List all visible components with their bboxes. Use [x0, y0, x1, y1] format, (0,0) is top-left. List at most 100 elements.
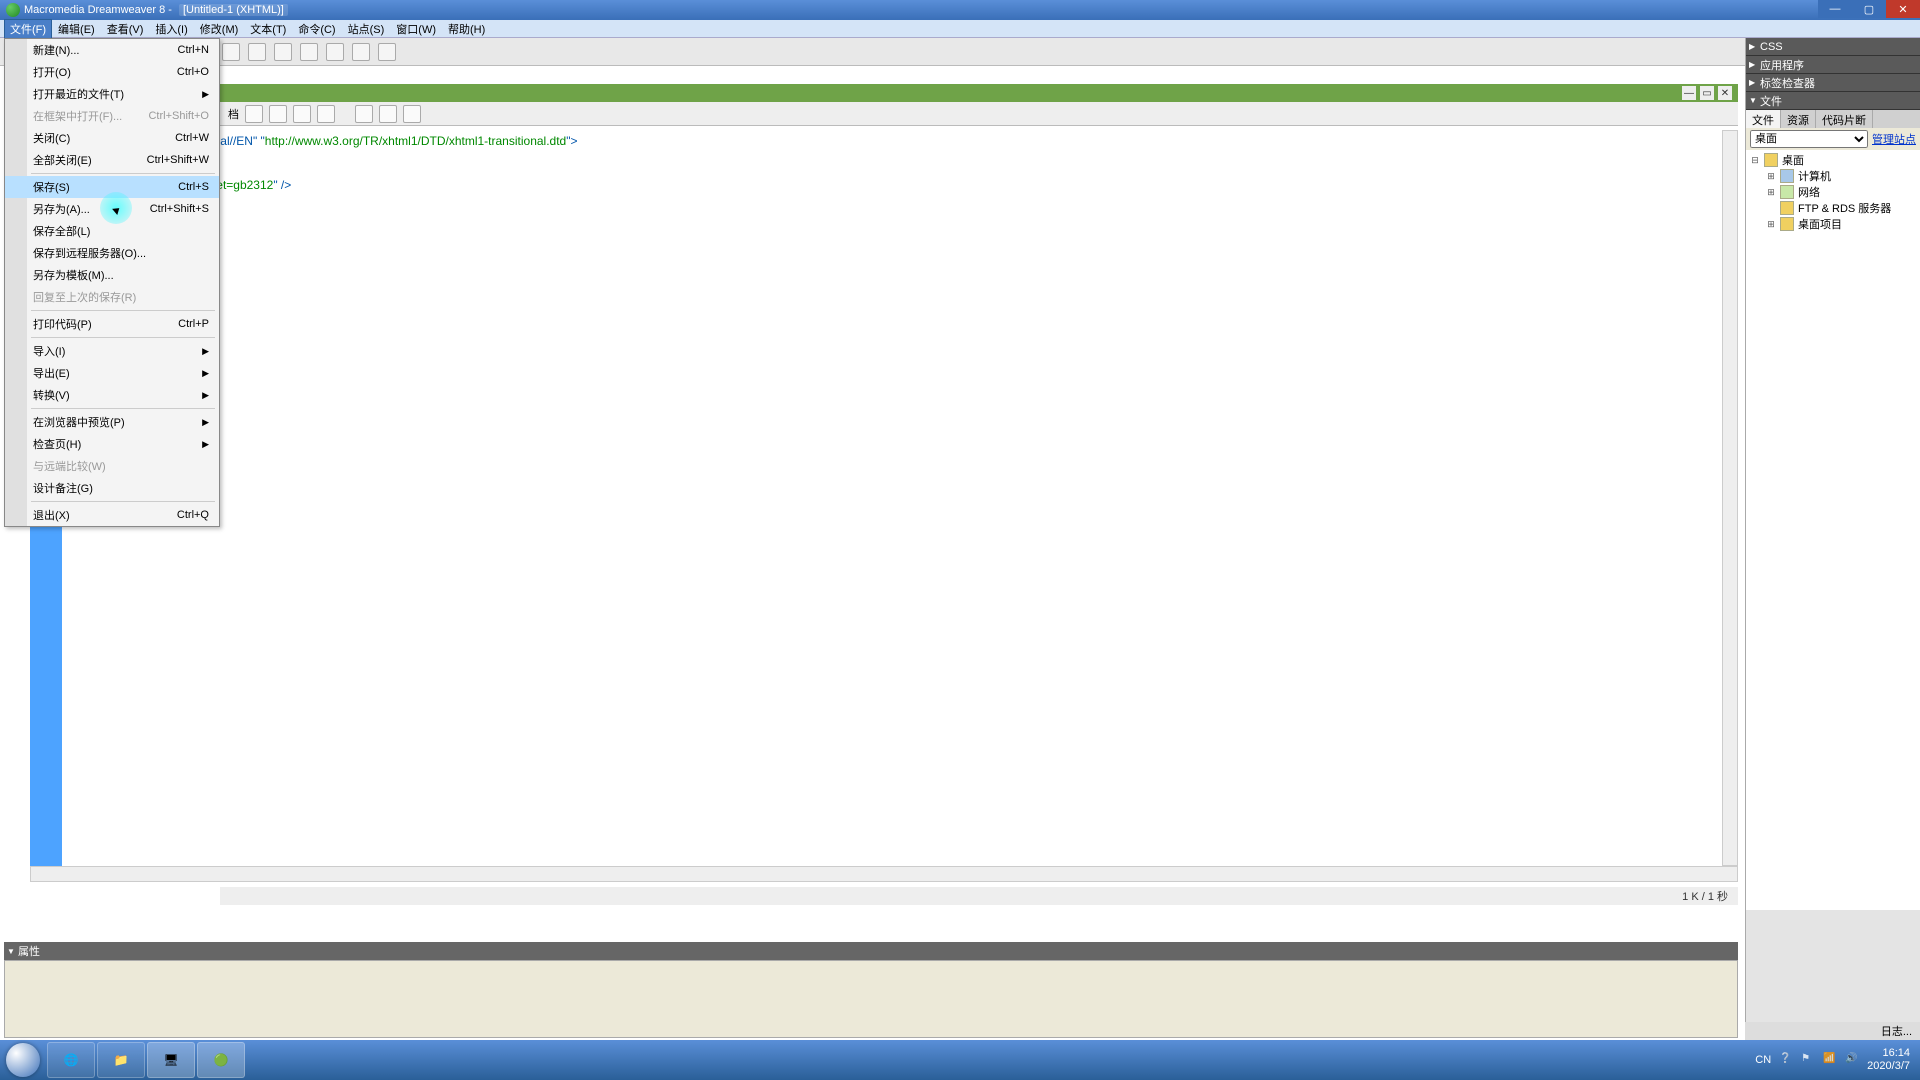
menu-item: 在框架中打开(F)...Ctrl+Shift+O: [5, 105, 219, 127]
windows-orb-icon: [6, 1043, 40, 1077]
app-icon: [6, 3, 20, 17]
code-toolbar-icon[interactable]: [269, 105, 287, 123]
menu-item-label: 另存为模板(M)...: [33, 267, 114, 283]
tag-panel-header[interactable]: 标签检查器: [1746, 74, 1920, 92]
properties-panel: [4, 960, 1738, 1038]
tree-expand-icon[interactable]: ⊞: [1766, 171, 1776, 182]
menu-item[interactable]: 关闭(C)Ctrl+W: [5, 127, 219, 149]
taskbar-app-button[interactable]: 🖥: [147, 1042, 195, 1078]
menu-help[interactable]: 帮助(H): [442, 19, 491, 39]
toolbar-icon[interactable]: [300, 43, 318, 61]
toolbar-icon[interactable]: [352, 43, 370, 61]
vertical-scrollbar[interactable]: [1722, 130, 1738, 866]
manage-sites-link[interactable]: 管理站点: [1872, 131, 1916, 147]
menu-item[interactable]: 转换(V)▶: [5, 384, 219, 406]
taskbar-clock[interactable]: 16:14 2020/3/7: [1867, 1047, 1910, 1073]
volume-icon[interactable]: 🔊: [1845, 1053, 1859, 1067]
code-toolbar-icon[interactable]: [245, 105, 263, 123]
menu-file[interactable]: 文件(F): [4, 19, 52, 39]
menu-item: 与远端比较(W): [5, 455, 219, 477]
code-toolbar-icon[interactable]: [403, 105, 421, 123]
start-button[interactable]: [0, 1040, 46, 1080]
window-close-button[interactable]: ✕: [1886, 0, 1920, 18]
log-footer[interactable]: 日志...: [1745, 1022, 1920, 1040]
menu-item[interactable]: 全部关闭(E)Ctrl+Shift+W: [5, 149, 219, 171]
menu-item[interactable]: 新建(N)...Ctrl+N: [5, 39, 219, 61]
submenu-arrow-icon: ▶: [202, 439, 209, 450]
files-panel-tabs: 文件 资源 代码片断: [1746, 110, 1920, 128]
menu-item[interactable]: 保存全部(L): [5, 220, 219, 242]
tree-node[interactable]: ⊟桌面: [1750, 152, 1916, 168]
toolbar-icon[interactable]: [378, 43, 396, 61]
menu-insert[interactable]: 插入(I): [149, 19, 193, 39]
toolbar-icon[interactable]: [248, 43, 266, 61]
horizontal-scrollbar[interactable]: [30, 866, 1738, 882]
css-panel-header[interactable]: CSS: [1746, 38, 1920, 56]
toolbar-icon[interactable]: [222, 43, 240, 61]
menu-item-label: 与远端比较(W): [33, 458, 106, 474]
tab-snippets[interactable]: 代码片断: [1816, 110, 1873, 128]
menu-item-label: 在框架中打开(F)...: [33, 108, 122, 124]
window-maximize-button[interactable]: ▢: [1852, 0, 1886, 18]
menu-item[interactable]: 检查页(H)▶: [5, 433, 219, 455]
menu-item[interactable]: 打印代码(P)Ctrl+P: [5, 313, 219, 335]
window-minimize-button[interactable]: —: [1818, 0, 1852, 18]
menu-commands[interactable]: 命令(C): [292, 19, 341, 39]
tray-icon[interactable]: ❔: [1779, 1053, 1793, 1067]
menu-item[interactable]: 在浏览器中预览(P)▶: [5, 411, 219, 433]
tree-node[interactable]: FTP & RDS 服务器: [1750, 200, 1916, 216]
files-panel-header[interactable]: 文件: [1746, 92, 1920, 110]
code-editor[interactable]: //DTD XHTML 1.0 Transitional//EN" "http:…: [62, 130, 1738, 880]
ime-indicator[interactable]: CN: [1755, 1054, 1771, 1066]
clock-time: 16:14: [1867, 1047, 1910, 1060]
files-tree[interactable]: ⊟桌面⊞计算机⊞网络FTP & RDS 服务器 ⊞ 桌面项目: [1746, 150, 1920, 910]
panel-title: CSS: [1760, 41, 1783, 53]
status-text: 1 K / 1 秒: [1682, 888, 1728, 904]
menu-modify[interactable]: 修改(M): [194, 19, 245, 39]
menu-item[interactable]: 打开最近的文件(T)▶: [5, 83, 219, 105]
tree-expand-icon[interactable]: ⊞: [1766, 219, 1776, 230]
taskbar-dreamweaver-button[interactable]: 🟢: [197, 1042, 245, 1078]
site-select[interactable]: 桌面: [1750, 130, 1868, 148]
network-icon[interactable]: 📶: [1823, 1053, 1837, 1067]
menu-item[interactable]: 保存到远程服务器(O)...: [5, 242, 219, 264]
doc-restore-button[interactable]: ▭: [1700, 86, 1714, 100]
taskbar-ie-button[interactable]: 🌐: [47, 1042, 95, 1078]
doc-close-button[interactable]: ✕: [1718, 86, 1732, 100]
code-toolbar-icon[interactable]: [293, 105, 311, 123]
toolbar-icon[interactable]: [326, 43, 344, 61]
app-panel-header[interactable]: 应用程序: [1746, 56, 1920, 74]
menu-site[interactable]: 站点(S): [342, 19, 391, 39]
menu-item[interactable]: 另存为(A)...Ctrl+Shift+S: [5, 198, 219, 220]
app-title: Macromedia Dreamweaver 8: [24, 4, 165, 16]
tree-node[interactable]: ⊞计算机: [1750, 168, 1916, 184]
menu-item[interactable]: 保存(S)Ctrl+S: [5, 176, 219, 198]
toolbar-icon[interactable]: [274, 43, 292, 61]
properties-panel-header[interactable]: 属性: [4, 942, 1738, 960]
tree-node[interactable]: ⊞ 桌面项目: [1750, 216, 1916, 232]
menu-item[interactable]: 打开(O)Ctrl+O: [5, 61, 219, 83]
menu-view[interactable]: 查看(V): [101, 19, 150, 39]
doc-minimize-button[interactable]: —: [1682, 86, 1696, 100]
tree-node-label: 桌面项目: [1798, 216, 1842, 232]
menu-item[interactable]: 导出(E)▶: [5, 362, 219, 384]
code-toolbar-icon[interactable]: [355, 105, 373, 123]
code-toolbar-icon[interactable]: [379, 105, 397, 123]
menu-item-label: 回复至上次的保存(R): [33, 289, 136, 305]
file-menu-dropdown: 新建(N)...Ctrl+N打开(O)Ctrl+O打开最近的文件(T)▶在框架中…: [4, 38, 220, 527]
tree-node[interactable]: ⊞网络: [1750, 184, 1916, 200]
menu-edit[interactable]: 编辑(E): [52, 19, 101, 39]
tab-assets[interactable]: 资源: [1781, 110, 1816, 128]
menu-item[interactable]: 设计备注(G): [5, 477, 219, 499]
menu-item[interactable]: 另存为模板(M)...: [5, 264, 219, 286]
menu-window[interactable]: 窗口(W): [390, 19, 442, 39]
tree-expand-icon[interactable]: ⊟: [1750, 155, 1760, 166]
flag-icon[interactable]: ⚑: [1801, 1053, 1815, 1067]
tab-files[interactable]: 文件: [1746, 110, 1781, 128]
menu-item[interactable]: 退出(X)Ctrl+Q: [5, 504, 219, 526]
tree-expand-icon[interactable]: ⊞: [1766, 187, 1776, 198]
menu-text[interactable]: 文本(T): [244, 19, 292, 39]
taskbar-explorer-button[interactable]: 📁: [97, 1042, 145, 1078]
menu-item[interactable]: 导入(I)▶: [5, 340, 219, 362]
code-toolbar-icon[interactable]: [317, 105, 335, 123]
